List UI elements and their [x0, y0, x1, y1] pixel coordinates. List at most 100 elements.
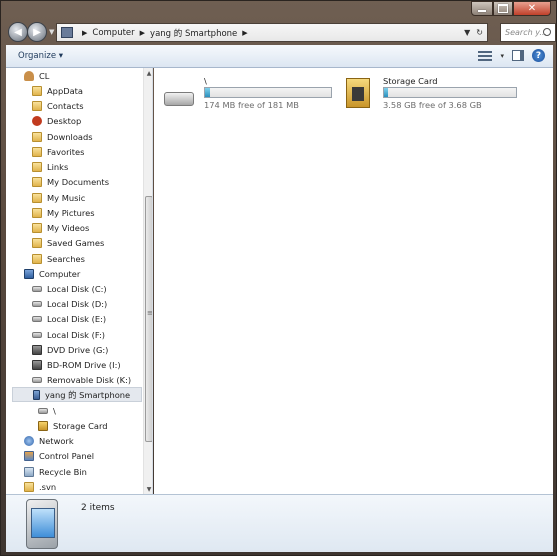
drive-icon: [38, 407, 48, 414]
navigation-pane[interactable]: CL AppData Contacts Desktop Downloads Fa…: [6, 68, 153, 494]
sidebar-item-my-music[interactable]: My Music: [32, 190, 85, 205]
sidebar-item-root-drive[interactable]: \: [38, 403, 56, 418]
sidebar-item-label: Favorites: [47, 146, 85, 157]
control-panel-icon: [24, 450, 34, 461]
drive-name: \: [204, 76, 207, 86]
chevron-right-icon[interactable]: ▶: [140, 29, 145, 37]
organize-button[interactable]: Organize ▾: [18, 51, 63, 61]
sidebar-item-dvd-drive[interactable]: DVD Drive (G:): [32, 342, 108, 357]
sidebar-item-label: \: [53, 405, 56, 416]
sidebar-item-label: My Videos: [47, 222, 90, 233]
scroll-thumb[interactable]: [145, 196, 152, 442]
storage-card-icon: [346, 78, 370, 108]
sidebar-item-bd-rom-drive[interactable]: BD-ROM Drive (I:): [32, 357, 121, 372]
content-pane[interactable]: \ 174 MB free of 181 MB Storage Card 3.5…: [154, 68, 553, 494]
sidebar-item-links[interactable]: Links: [32, 159, 68, 174]
sidebar-item-my-documents[interactable]: My Documents: [32, 174, 109, 189]
searches-folder-icon: [32, 253, 42, 264]
help-icon[interactable]: ?: [532, 49, 545, 62]
sidebar-item-label: Removable Disk (K:): [47, 374, 132, 385]
sidebar-item-label: Searches: [47, 253, 85, 264]
sidebar-item-label: Local Disk (D:): [47, 298, 108, 309]
sidebar-item-label: Local Disk (F:): [47, 329, 105, 340]
drive-tile-storage-card[interactable]: Storage Card 3.58 GB free of 3.68 GB: [344, 74, 524, 112]
organize-label: Organize: [18, 51, 57, 61]
sidebar-item-label: Recycle Bin: [39, 466, 87, 477]
sidebar-item-local-disk-d[interactable]: Local Disk (D:): [32, 296, 107, 311]
refresh-icon[interactable]: ↻: [476, 28, 483, 37]
sidebar-item-my-videos[interactable]: My Videos: [32, 220, 89, 235]
drive-tile-root[interactable]: \ 174 MB free of 181 MB: [164, 74, 334, 112]
recycle-bin-icon: [24, 466, 34, 477]
change-view-icon[interactable]: [478, 50, 493, 62]
local-disk-icon: [32, 300, 42, 307]
sidebar-item-label: .svn: [39, 481, 57, 492]
sidebar-item-desktop[interactable]: Desktop: [32, 113, 81, 128]
links-folder-icon: [32, 161, 42, 172]
chevron-right-icon[interactable]: ▶: [242, 29, 247, 37]
sidebar-item-contacts[interactable]: Contacts: [32, 98, 84, 113]
desktop-icon: [32, 115, 42, 126]
sidebar-item-cl[interactable]: CL: [24, 68, 49, 83]
sidebar-item-removable-disk[interactable]: Removable Disk (K:): [32, 372, 131, 387]
sidebar-item-label: Desktop: [47, 115, 82, 126]
dvd-drive-icon: [32, 344, 42, 355]
scroll-down-icon[interactable]: ▼: [144, 484, 152, 494]
sidebar-item-downloads[interactable]: Downloads: [32, 129, 93, 144]
sidebar-item-saved-games[interactable]: Saved Games: [32, 235, 104, 250]
sidebar-item-favorites[interactable]: Favorites: [32, 144, 84, 159]
chevron-down-icon: ▾: [58, 51, 64, 61]
back-arrow-icon: ◀: [14, 26, 22, 38]
view-options-chevron-icon[interactable]: ▾: [500, 52, 504, 60]
sidebar-item-label: Links: [47, 161, 69, 172]
explorer-window: ✕ ◀ ▶ ▼ ▶ Computer ▶ yang 的 Smartphone ▶…: [0, 0, 557, 556]
sidebar-item-svn[interactable]: .svn: [24, 479, 56, 494]
close-button[interactable]: ✕: [513, 1, 551, 16]
user-folder-icon: [24, 70, 34, 81]
preview-pane-icon[interactable]: [512, 50, 524, 61]
breadcrumb-computer[interactable]: Computer: [92, 28, 134, 38]
sidebar-item-computer[interactable]: Computer: [24, 266, 80, 281]
sidebar-item-searches[interactable]: Searches: [32, 251, 85, 266]
sidebar-item-label: Computer: [39, 268, 81, 279]
favorites-folder-icon: [32, 146, 42, 157]
chevron-right-icon[interactable]: ▶: [82, 29, 87, 37]
sidebar-item-label: yang 的 Smartphone: [45, 389, 131, 400]
sidebar-item-local-disk-e[interactable]: Local Disk (E:): [32, 311, 106, 326]
back-button[interactable]: ◀: [8, 22, 28, 42]
address-dropdown-icon[interactable]: ▼: [464, 28, 470, 37]
sidebar-item-label: DVD Drive (G:): [47, 344, 109, 355]
maximize-button[interactable]: [493, 1, 513, 16]
details-pane: 2 items: [6, 494, 553, 552]
network-icon: [24, 435, 34, 446]
sidebar-item-smartphone[interactable]: yang 的 Smartphone: [12, 387, 142, 402]
recent-pages-dropdown[interactable]: ▼: [49, 28, 54, 36]
sidebar-item-network[interactable]: Network: [24, 433, 74, 448]
sidebar-item-label: Saved Games: [47, 237, 105, 248]
folder-icon: [32, 85, 42, 96]
sidebar-item-local-disk-c[interactable]: Local Disk (C:): [32, 281, 107, 296]
search-input[interactable]: Search y...: [500, 23, 556, 42]
sidebar-item-label: My Pictures: [47, 207, 95, 218]
sidebar-item-recycle-bin[interactable]: Recycle Bin: [24, 464, 87, 479]
sidebar-item-label: My Documents: [47, 176, 110, 187]
drive-usage-bar: [383, 87, 517, 98]
sidebar-item-control-panel[interactable]: Control Panel: [24, 448, 94, 463]
navigation-scrollbar[interactable]: ▲ ▼: [143, 68, 152, 494]
sidebar-item-label: Local Disk (E:): [47, 313, 107, 324]
drive-free-space: 174 MB free of 181 MB: [204, 100, 299, 110]
address-bar[interactable]: ▶ Computer ▶ yang 的 Smartphone ▶ ▼ ↻: [56, 23, 488, 42]
computer-icon: [61, 27, 73, 38]
forward-button[interactable]: ▶: [27, 22, 47, 42]
smartphone-device-icon: [26, 499, 58, 549]
search-icon: [543, 28, 551, 36]
sidebar-item-appdata[interactable]: AppData: [32, 83, 83, 98]
sidebar-item-my-pictures[interactable]: My Pictures: [32, 205, 95, 220]
minimize-button[interactable]: [471, 1, 493, 16]
sidebar-item-label: Downloads: [47, 131, 93, 142]
scroll-up-icon[interactable]: ▲: [144, 68, 152, 78]
breadcrumb-smartphone[interactable]: yang 的 Smartphone: [150, 27, 237, 39]
sidebar-item-local-disk-f[interactable]: Local Disk (F:): [32, 327, 105, 342]
saved-games-folder-icon: [32, 237, 42, 248]
sidebar-item-storage-card[interactable]: Storage Card: [38, 418, 108, 433]
